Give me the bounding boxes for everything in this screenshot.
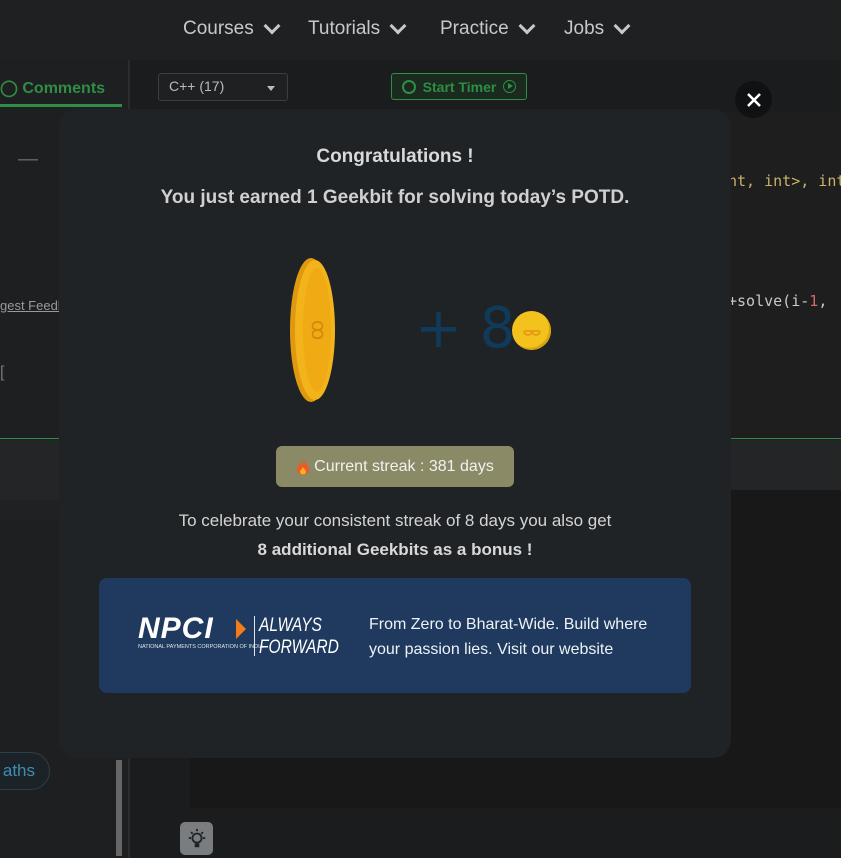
scrollbar[interactable] <box>116 760 122 856</box>
celebrate-text: To celebrate your consistent streak of 8… <box>178 511 612 530</box>
bonus-text: 8 additional Geekbits as a bonus ! <box>257 540 533 559</box>
suggest-feedback-link[interactable]: gest Feedb <box>0 298 65 313</box>
geekbit-coin-icon <box>512 311 551 350</box>
fire-icon <box>297 458 310 475</box>
logo-tag-line2: FORWARD <box>259 637 339 658</box>
logo-tag-line1: ALWAYS <box>259 615 322 636</box>
chevron-down-icon <box>389 17 407 35</box>
nav-jobs-label: Jobs <box>564 18 605 39</box>
svg-text:ꝏ: ꝏ <box>307 320 331 340</box>
nav-jobs[interactable]: Jobs <box>564 17 631 40</box>
start-timer-label: Start Timer <box>422 78 497 95</box>
timer-icon <box>401 79 416 94</box>
collapse-dash[interactable]: — <box>18 148 38 171</box>
tab-comments[interactable]: ◯ Comments <box>0 78 105 98</box>
chevron-down-icon <box>518 17 536 35</box>
code-line: +solve(i-1, <box>728 292 827 310</box>
modal-subtitle: You just earned 1 Geekbit for solving to… <box>160 187 630 208</box>
always-forward-logo: ALWAYS FORWARD <box>259 615 339 659</box>
nav-practice[interactable]: Practice <box>440 17 536 40</box>
start-timer-button[interactable]: Start Timer <box>391 73 527 100</box>
spinning-coin-icon: ꝏ <box>290 258 335 402</box>
nav-tutorials-label: Tutorials <box>308 18 381 39</box>
language-select-value: C++ (17) <box>169 78 225 94</box>
modal-title: Congratulations ! <box>316 146 474 167</box>
code-line: nt, int>, int <box>728 172 841 190</box>
streak-text: Current streak : 381 days <box>314 457 494 475</box>
topic-tag-maths[interactable]: aths <box>0 752 50 790</box>
close-icon <box>746 92 761 107</box>
code-token: +solve(i- <box>728 292 810 310</box>
chevron-down-icon <box>263 17 281 35</box>
nav-courses-label: Courses <box>183 18 254 39</box>
tab-active-indicator <box>0 104 122 107</box>
theme-toggle-button[interactable] <box>180 822 213 855</box>
code-token: , <box>818 292 828 310</box>
bonus-amount: + 8 <box>415 296 516 361</box>
sponsor-text: From Zero to Bharat-Wide. Build where yo… <box>369 616 648 658</box>
chevron-down-icon <box>613 17 631 35</box>
top-navbar: Courses Tutorials Practice Jobs <box>0 0 841 60</box>
npci-logo-triangle <box>236 619 246 639</box>
nav-tutorials[interactable]: Tutorials <box>308 17 407 40</box>
play-icon <box>503 80 517 93</box>
streak-badge: Current streak : 381 days <box>276 446 514 487</box>
code-token-number: 1 <box>809 292 819 310</box>
nav-courses[interactable]: Courses <box>183 17 281 40</box>
close-modal-button[interactable] <box>735 81 772 118</box>
tab-comments-label: Comments <box>22 80 106 97</box>
language-select[interactable]: C++ (17) <box>158 73 288 101</box>
caret-down-icon <box>267 86 275 91</box>
nav-practice-label: Practice <box>440 18 509 39</box>
left-text-fragment: [ <box>0 364 5 381</box>
bulb-icon <box>188 828 205 847</box>
npci-logo-subtext: NATIONAL PAYMENTS CORPORATION OF INDIA <box>138 644 264 650</box>
npci-logo: NPCI <box>138 612 214 645</box>
logo-divider <box>254 616 255 656</box>
